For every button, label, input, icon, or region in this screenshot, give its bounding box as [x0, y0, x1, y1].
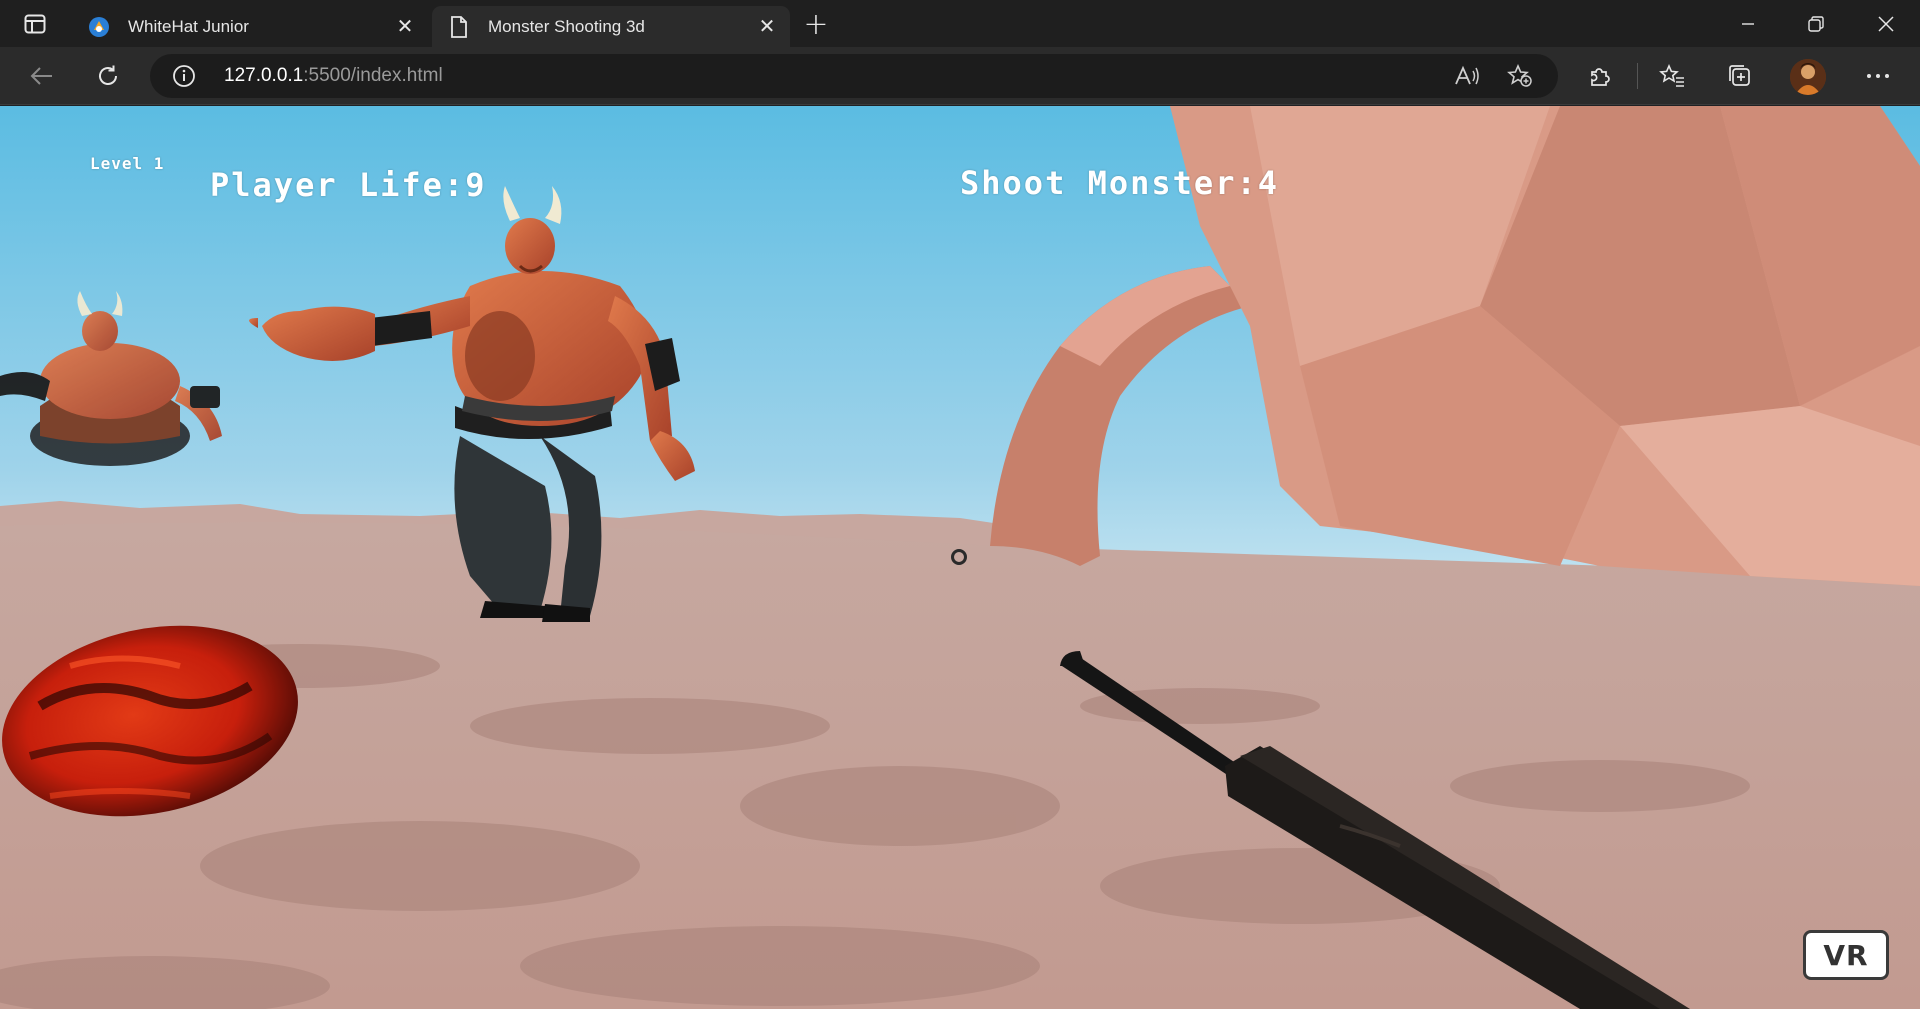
whitehat-favicon-icon	[88, 16, 110, 38]
tab-actions-icon	[24, 14, 46, 34]
collections-icon	[1729, 65, 1750, 86]
url-text[interactable]: 127.0.0.1:5500/index.html	[224, 54, 443, 98]
tab-whitehat-junior[interactable]: WhiteHat Junior ✕	[72, 6, 428, 47]
favorites-button[interactable]	[1652, 57, 1692, 95]
minimize-button[interactable]	[1714, 0, 1782, 47]
level-label: Level 1	[90, 154, 165, 173]
tab-actions-button[interactable]	[18, 10, 52, 38]
tab-title: Monster Shooting 3d	[488, 16, 645, 36]
url-path: :5500/index.html	[303, 65, 443, 86]
site-info-icon[interactable]	[172, 64, 196, 88]
star-add-icon	[1507, 64, 1532, 87]
browser-toolbar: 127.0.0.1:5500/index.html	[0, 47, 1920, 105]
address-bar[interactable]: 127.0.0.1:5500/index.html	[150, 54, 1558, 98]
toolbar-separator	[1637, 63, 1638, 89]
back-arrow-icon	[30, 67, 52, 85]
reload-icon	[99, 65, 117, 85]
tab-monster-shooting[interactable]: Monster Shooting 3d ✕	[432, 6, 790, 47]
close-tab-icon[interactable]: ✕	[390, 12, 420, 42]
extensions-button[interactable]	[1580, 57, 1620, 95]
close-window-button[interactable]	[1852, 0, 1920, 47]
more-options-button[interactable]	[1858, 57, 1898, 95]
back-button[interactable]	[22, 57, 62, 95]
close-icon	[1878, 15, 1894, 32]
page-icon	[448, 15, 470, 38]
new-tab-button[interactable]: +	[800, 7, 832, 42]
avatar-image-icon	[1790, 59, 1826, 95]
crosshair-cursor	[951, 549, 967, 565]
read-aloud-button[interactable]	[1450, 60, 1484, 92]
url-host: 127.0.0.1	[224, 65, 304, 86]
tab-strip: WhiteHat Junior ✕ Monster Shooting 3d ✕ …	[0, 0, 1920, 47]
add-favorite-button[interactable]	[1503, 60, 1537, 92]
tab-title: WhiteHat Junior	[128, 16, 249, 36]
shoot-monster-label: Shoot Monster:4	[960, 164, 1279, 202]
collections-button[interactable]	[1720, 57, 1760, 95]
vr-mode-button[interactable]: VR	[1803, 930, 1889, 980]
restore-icon	[1808, 15, 1824, 32]
favorites-list-icon	[1659, 64, 1684, 87]
restore-button[interactable]	[1782, 0, 1850, 47]
player-life-label: Player Life:9	[210, 166, 487, 204]
game-viewport[interactable]: Level 1 Player Life:9 Shoot Monster:4 VR	[0, 106, 1920, 1009]
reload-button[interactable]	[88, 57, 128, 95]
more-dots-icon	[1867, 74, 1889, 78]
read-aloud-icon	[1455, 65, 1479, 85]
profile-avatar[interactable]	[1790, 59, 1826, 95]
puzzle-icon	[1591, 68, 1610, 86]
minimize-icon	[1742, 22, 1754, 25]
close-tab-icon[interactable]: ✕	[752, 12, 782, 42]
